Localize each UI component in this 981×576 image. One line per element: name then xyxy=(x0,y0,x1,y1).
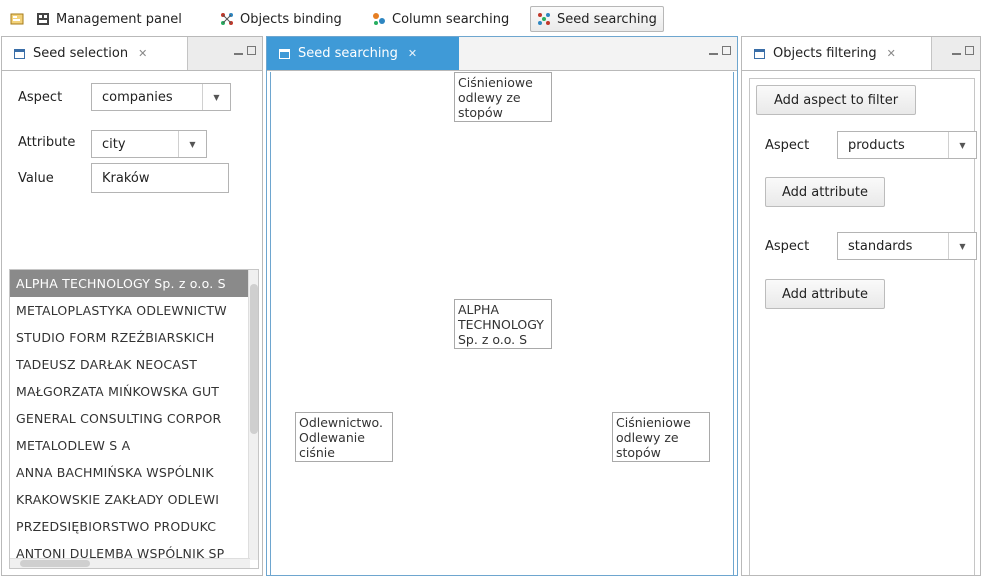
value-input[interactable]: Kraków xyxy=(91,163,229,193)
tab-seed-selection[interactable]: Seed selection ✕ xyxy=(2,37,188,70)
chevron-down-icon[interactable]: ▼ xyxy=(178,131,206,157)
view-window-icon xyxy=(279,48,290,59)
maximize-icon[interactable] xyxy=(247,46,256,55)
list-item[interactable]: GENERAL CONSULTING CORPOR xyxy=(10,405,258,432)
column-searching-icon xyxy=(373,13,385,25)
seed-searching-label: Seed searching xyxy=(557,11,657,27)
aspect-select-value: companies xyxy=(102,89,173,105)
vertical-scrollbar[interactable] xyxy=(248,270,258,560)
list-item[interactable]: METALODLEW S A xyxy=(10,432,258,459)
list-item[interactable]: PRZEDSIĘBIORSTWO PRODUKC xyxy=(10,513,258,540)
value-label: Value xyxy=(18,171,54,186)
seed-results-list[interactable]: ALPHA TECHNOLOGY Sp. z o.o. S METALOPLAS… xyxy=(9,269,259,569)
graph-canvas[interactable]: Ciśnieniowe odlewy ze stopów ALPHA TECHN… xyxy=(270,72,734,575)
objects-filtering-header: Objects filtering ✕ xyxy=(742,37,980,71)
seed-searching-icon xyxy=(538,13,550,25)
seed-selection-panel: Seed selection ✕ Aspect companies ▼ Attr… xyxy=(1,36,263,576)
seed-selection-header: Seed selection ✕ xyxy=(2,37,262,71)
attribute-select[interactable]: city ▼ xyxy=(91,130,207,158)
filter-aspect-value: products xyxy=(848,137,905,153)
view-controls xyxy=(952,46,974,55)
add-attribute-button[interactable]: Add attribute xyxy=(765,279,885,309)
list-item[interactable]: METALOPLASTYKA ODLEWNICTW xyxy=(10,297,258,324)
list-item[interactable]: ANNA BACHMIŃSKA WSPÓLNIK xyxy=(10,459,258,486)
close-icon[interactable]: ✕ xyxy=(138,47,147,60)
list-item[interactable]: ALPHA TECHNOLOGY Sp. z o.o. S xyxy=(10,270,258,297)
perspective-toolbar: Management panel Objects binding Column … xyxy=(0,0,981,36)
management-panel-label: Management panel xyxy=(56,11,182,27)
list-item[interactable]: STUDIO FORM RZEŹBIARSKICH xyxy=(10,324,258,351)
attribute-select-value: city xyxy=(102,136,126,152)
chevron-down-icon[interactable]: ▼ xyxy=(202,84,230,110)
objects-filtering-panel: Objects filtering ✕ Add aspect to filter… xyxy=(741,36,981,576)
aspect-label: Aspect xyxy=(18,90,63,105)
seed-selection-tab-label: Seed selection xyxy=(33,46,129,61)
toolbar-open-perspective[interactable] xyxy=(10,6,30,32)
filter-aspect-value: standards xyxy=(848,238,913,254)
minimize-icon[interactable] xyxy=(952,46,961,55)
view-window-icon xyxy=(14,48,25,59)
toolbar-seed-searching[interactable]: Seed searching xyxy=(530,6,664,32)
objects-binding-label: Objects binding xyxy=(240,11,342,27)
filter-aspect-label: Aspect xyxy=(765,138,810,153)
management-panel-icon xyxy=(37,13,49,25)
filter-aspect-select[interactable]: products ▼ xyxy=(837,131,977,159)
view-controls xyxy=(234,46,256,55)
minimize-icon[interactable] xyxy=(709,46,718,55)
toolbar-column-searching[interactable]: Column searching xyxy=(372,6,509,32)
toolbar-objects-binding[interactable]: Objects binding xyxy=(220,6,342,32)
chevron-down-icon[interactable]: ▼ xyxy=(948,132,976,158)
graph-node[interactable]: Ciśnieniowe odlewy ze stopów xyxy=(612,412,710,462)
filters-container: Add aspect to filter Aspect products ▼ A… xyxy=(749,78,977,575)
chevron-down-icon[interactable]: ▼ xyxy=(948,233,976,259)
view-controls xyxy=(709,46,731,55)
value-input-text: Kraków xyxy=(102,170,150,186)
scrollbar-thumb[interactable] xyxy=(20,560,90,567)
seed-searching-panel: Seed searching ✕ Ciśnieniowe odlewy ze s… xyxy=(266,36,738,576)
close-icon[interactable]: ✕ xyxy=(408,47,417,60)
panel-toggle-icon xyxy=(10,13,24,25)
attribute-label: Attribute xyxy=(18,135,76,150)
maximize-icon[interactable] xyxy=(965,46,974,55)
minimize-icon[interactable] xyxy=(234,46,243,55)
seed-searching-tab-label: Seed searching xyxy=(298,46,398,61)
tab-objects-filtering[interactable]: Objects filtering ✕ xyxy=(742,37,932,70)
filter-aspect-select[interactable]: standards ▼ xyxy=(837,232,977,260)
filter-aspect-label: Aspect xyxy=(765,239,810,254)
horizontal-scrollbar[interactable] xyxy=(10,558,250,568)
maximize-icon[interactable] xyxy=(722,46,731,55)
column-searching-label: Column searching xyxy=(392,11,510,27)
seed-searching-header: Seed searching ✕ xyxy=(267,37,737,71)
scrollbar-thumb[interactable] xyxy=(250,284,258,434)
view-window-icon xyxy=(754,48,765,59)
graph-node[interactable]: ALPHA TECHNOLOGY Sp. z o.o. S xyxy=(454,299,552,349)
tab-seed-searching[interactable]: Seed searching ✕ xyxy=(267,37,459,70)
graph-node[interactable]: Ciśnieniowe odlewy ze stopów xyxy=(454,72,552,122)
objects-binding-icon xyxy=(221,13,233,25)
toolbar-management-panel[interactable]: Management panel xyxy=(36,6,182,32)
close-icon[interactable]: ✕ xyxy=(887,47,896,60)
aspect-select[interactable]: companies ▼ xyxy=(91,83,231,111)
list-item[interactable]: MAŁGORZATA MIŃKOWSKA GUT xyxy=(10,378,258,405)
list-item[interactable]: KRAKOWSKIE ZAKŁADY ODLEWI xyxy=(10,486,258,513)
add-attribute-button[interactable]: Add attribute xyxy=(765,177,885,207)
objects-filtering-tab-label: Objects filtering xyxy=(773,46,877,61)
list-item[interactable]: TADEUSZ DARŁAK NEOCAST xyxy=(10,351,258,378)
graph-node[interactable]: Odlewnictwo. Odlewanie ciśnie xyxy=(295,412,393,462)
add-aspect-to-filter-button[interactable]: Add aspect to filter xyxy=(756,85,916,115)
